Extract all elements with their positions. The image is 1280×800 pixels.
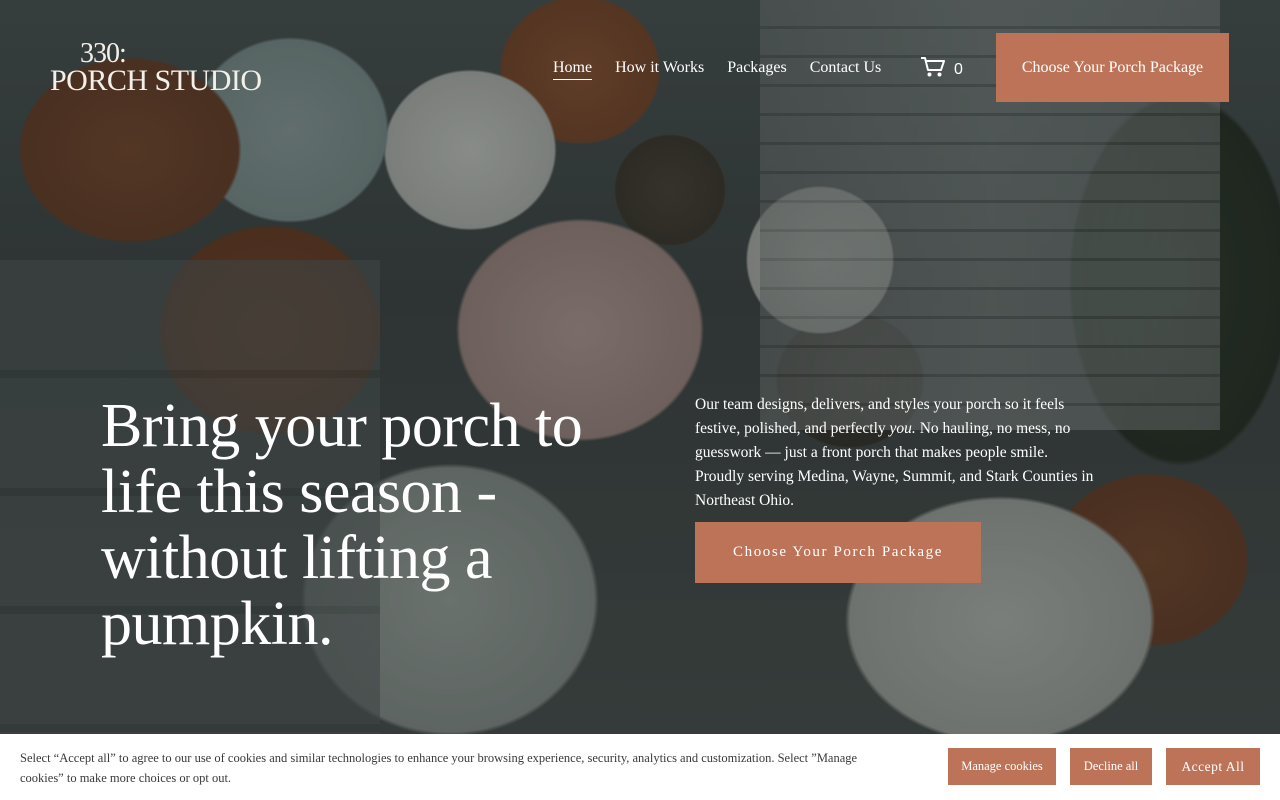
main-nav: Home How it Works Packages Contact Us bbox=[553, 58, 881, 80]
nav-contact-us[interactable]: Contact Us bbox=[810, 58, 882, 80]
nav-packages[interactable]: Packages bbox=[727, 58, 787, 80]
hero-choose-package-button[interactable]: Choose Your Porch Package bbox=[695, 522, 981, 583]
hero-description: Our team designs, delivers, and styles y… bbox=[695, 393, 1095, 513]
cookie-banner-text: Select “Accept all” to agree to our use … bbox=[20, 751, 858, 785]
header-choose-package-button[interactable]: Choose Your Porch Package bbox=[996, 33, 1229, 102]
manage-cookies-button[interactable]: Manage cookies bbox=[948, 748, 1056, 785]
logo-name: PORCH STUDIO bbox=[50, 64, 262, 97]
site-logo[interactable]: 330: PORCH STUDIO bbox=[50, 38, 262, 102]
accept-all-button[interactable]: Accept All bbox=[1166, 748, 1260, 785]
nav-home[interactable]: Home bbox=[553, 58, 593, 80]
site-header: 330: PORCH STUDIO Home How it Works Pack… bbox=[0, 0, 1280, 134]
cart-icon bbox=[920, 56, 946, 83]
cart-link[interactable]: 0 bbox=[920, 56, 963, 83]
hero-description-emphasis: you. bbox=[889, 420, 916, 437]
cookie-banner: Select “Accept all” to agree to our use … bbox=[0, 734, 1280, 800]
cart-count: 0 bbox=[954, 60, 963, 78]
decline-all-button[interactable]: Decline all bbox=[1070, 748, 1152, 785]
hero-headline: Bring your porch to life this season - w… bbox=[101, 392, 583, 658]
nav-how-it-works[interactable]: How it Works bbox=[615, 58, 704, 80]
